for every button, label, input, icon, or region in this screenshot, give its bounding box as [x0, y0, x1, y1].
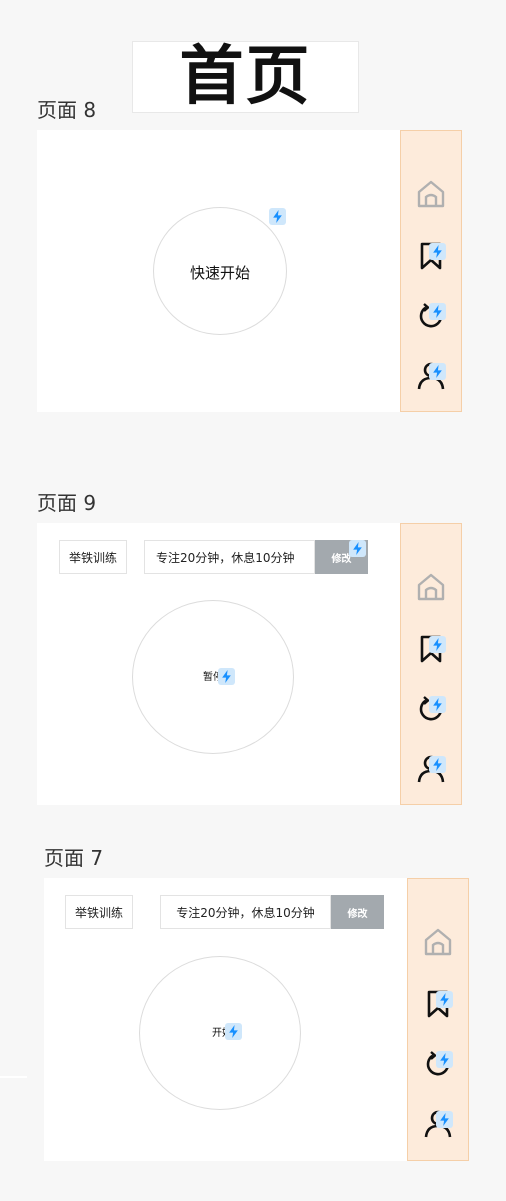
lightning-bolt-icon [429, 363, 446, 380]
page-8-frame: 快速开始 [37, 130, 400, 412]
lightning-bolt-icon [269, 208, 286, 225]
page-label-7: 页面 7 [44, 846, 104, 870]
lightning-bolt-icon [218, 668, 235, 685]
lightning-bolt-icon [429, 243, 446, 260]
lightning-bolt-icon [436, 1051, 453, 1068]
lightning-bolt-icon [436, 991, 453, 1008]
lightning-bolt-icon [349, 540, 366, 557]
quick-start-button[interactable]: 快速开始 [153, 207, 287, 335]
focus-setting-field[interactable]: 专注20分钟，休息10分钟 [144, 540, 315, 574]
lightning-bolt-icon [429, 696, 446, 713]
page-title-box: 首页 [132, 41, 359, 113]
home-icon[interactable] [416, 572, 446, 602]
divider [0, 1076, 27, 1078]
page-8-sidebar [400, 130, 462, 412]
page-7-sidebar [407, 878, 469, 1161]
training-tag[interactable]: 举铁训练 [65, 895, 133, 929]
page-9-frame: 举铁训练 专注20分钟，休息10分钟 修改 暂停 [37, 523, 400, 805]
focus-setting-field[interactable]: 专注20分钟，休息10分钟 [160, 895, 331, 929]
page-label-8: 页面 8 [37, 98, 97, 122]
lightning-bolt-icon [429, 303, 446, 320]
lightning-bolt-icon [225, 1023, 242, 1040]
training-tag[interactable]: 举铁训练 [59, 540, 127, 574]
start-button[interactable]: 开始 [139, 956, 301, 1110]
pause-button[interactable]: 暂停 [132, 600, 294, 754]
lightning-bolt-icon [429, 756, 446, 773]
page-7-frame: 举铁训练 专注20分钟，休息10分钟 修改 开始 [44, 878, 407, 1161]
edit-button[interactable]: 修改 [331, 895, 384, 929]
page-9-sidebar [400, 523, 462, 805]
home-icon[interactable] [423, 927, 453, 957]
page-label-9: 页面 9 [37, 491, 97, 515]
lightning-bolt-icon [436, 1111, 453, 1128]
home-icon[interactable] [416, 179, 446, 209]
quick-start-label: 快速开始 [189, 264, 250, 282]
page-title: 首页 [179, 40, 312, 114]
lightning-bolt-icon [429, 636, 446, 653]
